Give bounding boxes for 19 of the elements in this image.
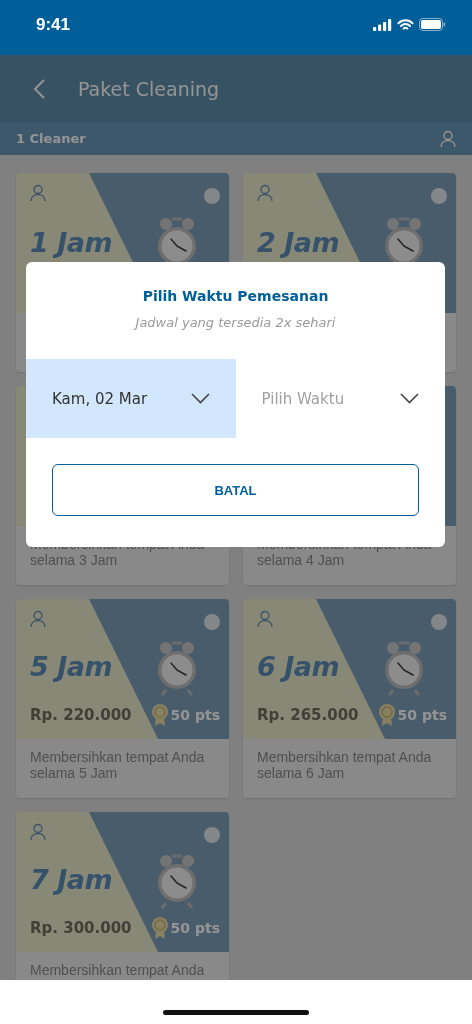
package-price: Rp. 265.000 [257,706,359,724]
cleaner-count: 1 Cleaner [16,131,86,146]
status-time: 9:41 [36,14,71,35]
dialog-title: Pilih Waktu Pemesanan [141,288,330,304]
package-description: Membersihkan tempat Anda selama 5 Jam [30,749,205,781]
package-title: 5 Jam [30,651,113,682]
package-title: 1 Jam [30,227,113,258]
package-title: 6 Jam [257,651,340,682]
package-price: Rp. 300.000 [30,919,132,937]
package-points: 50 pts [170,707,220,723]
package-points: 50 pts [397,707,447,723]
package-title: 7 Jam [30,864,113,895]
package-points: 50 pts [170,920,220,936]
package-price: Rp. 220.000 [30,706,132,724]
dialog-subtitle: Jadwal yang tersedia 2x sehari [132,315,337,330]
package-description: Membersihkan tempat Anda [30,962,205,978]
package-description: Membersihkan tempat Anda selama 6 Jam [257,749,432,781]
page-title: Paket Cleaning [78,77,220,100]
package-title: 2 Jam [257,227,340,258]
